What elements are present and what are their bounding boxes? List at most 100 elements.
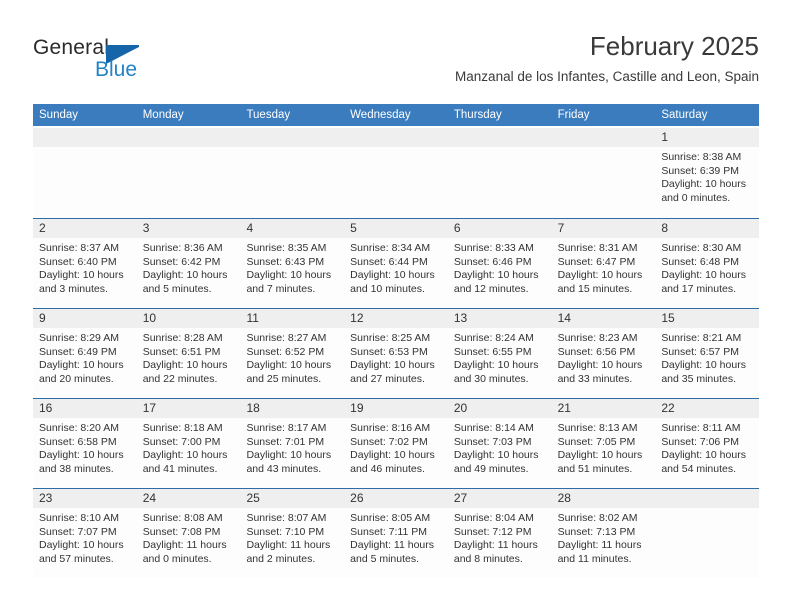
calendar-day-cell-24[interactable]: 24 Sunrise: 8:08 AM Sunset: 7:08 PM Dayl… <box>136 489 241 578</box>
daylight-text-line1: Daylight: 10 hours <box>661 269 746 282</box>
sunset-text: Sunset: 6:43 PM <box>246 255 325 268</box>
day-number: 28 <box>557 491 571 505</box>
calendar-day-cell-12[interactable]: 12 Sunrise: 8:25 AM Sunset: 6:53 PM Dayl… <box>344 309 448 398</box>
calendar-day-cell-18[interactable]: 18 Sunrise: 8:17 AM Sunset: 7:01 PM Dayl… <box>240 399 345 488</box>
day-details: Sunrise: 8:36 AM Sunset: 6:42 PM Dayligh… <box>137 238 241 296</box>
sunset-text: Sunset: 6:49 PM <box>39 345 117 358</box>
daylight-text-line2: and 25 minutes. <box>246 372 322 385</box>
day-details: Sunrise: 8:04 AM Sunset: 7:12 PM Dayligh… <box>448 508 552 566</box>
calendar-day-cell-5[interactable]: 5 Sunrise: 8:34 AM Sunset: 6:44 PM Dayli… <box>344 219 448 308</box>
calendar-day-cell-2[interactable]: 2 Sunrise: 8:37 AM Sunset: 6:40 PM Dayli… <box>33 219 137 308</box>
daylight-text-line2: and 8 minutes. <box>453 552 523 565</box>
calendar-day-cell-14[interactable]: 14 Sunrise: 8:23 AM Sunset: 6:56 PM Dayl… <box>551 309 656 398</box>
sunset-text: Sunset: 6:57 PM <box>661 345 739 358</box>
calendar-day-cell-1[interactable]: 1 Sunrise: 8:38 AM Sunset: 6:39 PM Dayli… <box>655 128 760 218</box>
daylight-text-line2: and 27 minutes. <box>350 372 425 385</box>
calendar-day-cell-empty <box>344 128 448 218</box>
day-details: Sunrise: 8:24 AM Sunset: 6:55 PM Dayligh… <box>448 328 552 386</box>
day-number: 6 <box>453 221 461 235</box>
daylight-text-line1: Daylight: 10 hours <box>557 449 643 462</box>
daylight-text-line1: Daylight: 10 hours <box>350 269 435 282</box>
calendar-day-cell-21[interactable]: 21 Sunrise: 8:13 AM Sunset: 7:05 PM Dayl… <box>551 399 656 488</box>
daylight-text-line2: and 7 minutes. <box>246 282 316 295</box>
daylight-text-line1: Daylight: 10 hours <box>350 359 435 372</box>
day-number: 1 <box>661 130 668 144</box>
daylight-text-line1: Daylight: 10 hours <box>557 269 643 282</box>
sunset-text: Sunset: 7:13 PM <box>557 525 636 538</box>
sunset-text: Sunset: 6:39 PM <box>661 164 739 177</box>
day-number: 9 <box>39 311 46 325</box>
calendar-day-cell-15[interactable]: 15 Sunrise: 8:21 AM Sunset: 6:57 PM Dayl… <box>655 309 760 398</box>
day-number: 20 <box>453 401 468 415</box>
daylight-text-line2: and 30 minutes. <box>453 372 529 385</box>
day-number-band: 20 <box>447 399 552 418</box>
daylight-text-line1: Daylight: 10 hours <box>142 269 228 282</box>
daylight-text-line1: Daylight: 10 hours <box>39 539 124 552</box>
day-number: 24 <box>142 491 157 505</box>
daylight-text-line2: and 17 minutes. <box>661 282 737 295</box>
calendar-day-cell-16[interactable]: 16 Sunrise: 8:20 AM Sunset: 6:58 PM Dayl… <box>33 399 137 488</box>
day-number: 7 <box>557 221 565 235</box>
sunrise-text: Sunrise: 8:21 AM <box>661 332 742 344</box>
day-number: 5 <box>350 221 357 235</box>
daylight-text-line1: Daylight: 10 hours <box>142 449 228 462</box>
calendar-day-cell-empty <box>551 128 656 218</box>
day-number-band <box>447 128 552 147</box>
day-details: Sunrise: 8:08 AM Sunset: 7:08 PM Dayligh… <box>137 508 241 566</box>
sunrise-text: Sunrise: 8:18 AM <box>142 422 223 434</box>
brand-logo[interactable]: General Blue <box>33 36 233 88</box>
calendar-day-cell-17[interactable]: 17 Sunrise: 8:18 AM Sunset: 7:00 PM Dayl… <box>136 399 241 488</box>
calendar-day-cell-9[interactable]: 9 Sunrise: 8:29 AM Sunset: 6:49 PM Dayli… <box>33 309 137 398</box>
sunset-text: Sunset: 7:05 PM <box>557 435 636 448</box>
calendar-day-cell-23[interactable]: 23 Sunrise: 8:10 AM Sunset: 7:07 PM Dayl… <box>33 489 137 578</box>
calendar-day-cell-empty <box>33 128 137 218</box>
day-details: Sunrise: 8:35 AM Sunset: 6:43 PM Dayligh… <box>240 238 344 296</box>
sunset-text: Sunset: 6:56 PM <box>557 345 636 358</box>
sunset-text: Sunset: 7:07 PM <box>39 525 117 538</box>
daylight-text-line2: and 12 minutes. <box>453 282 529 295</box>
sunset-text: Sunset: 6:40 PM <box>39 255 117 268</box>
day-number-band: 1 <box>655 128 760 147</box>
calendar-day-cell-22[interactable]: 22 Sunrise: 8:11 AM Sunset: 7:06 PM Dayl… <box>655 399 760 488</box>
calendar-day-cell-4[interactable]: 4 Sunrise: 8:35 AM Sunset: 6:43 PM Dayli… <box>240 219 345 308</box>
day-number-band <box>655 489 760 508</box>
calendar-week-row-4: 16 Sunrise: 8:20 AM Sunset: 6:58 PM Dayl… <box>33 398 760 488</box>
calendar-day-cell-28[interactable]: 28 Sunrise: 8:02 AM Sunset: 7:13 PM Dayl… <box>551 489 656 578</box>
sunrise-text: Sunrise: 8:28 AM <box>142 332 223 344</box>
calendar-day-cell-19[interactable]: 19 Sunrise: 8:16 AM Sunset: 7:02 PM Dayl… <box>344 399 448 488</box>
daylight-text-line1: Daylight: 10 hours <box>39 359 124 372</box>
daylight-text-line1: Daylight: 10 hours <box>453 269 539 282</box>
sunset-text: Sunset: 6:53 PM <box>350 345 428 358</box>
sunset-text: Sunset: 7:08 PM <box>142 525 221 538</box>
day-details: Sunrise: 8:28 AM Sunset: 6:51 PM Dayligh… <box>137 328 241 386</box>
day-number-band <box>33 128 137 147</box>
calendar-day-cell-20[interactable]: 20 Sunrise: 8:14 AM Sunset: 7:03 PM Dayl… <box>447 399 552 488</box>
calendar-day-cell-25[interactable]: 25 Sunrise: 8:07 AM Sunset: 7:10 PM Dayl… <box>240 489 345 578</box>
calendar-day-cell-27[interactable]: 27 Sunrise: 8:04 AM Sunset: 7:12 PM Dayl… <box>447 489 552 578</box>
day-details: Sunrise: 8:29 AM Sunset: 6:49 PM Dayligh… <box>33 328 137 386</box>
calendar-day-cell-10[interactable]: 10 Sunrise: 8:28 AM Sunset: 6:51 PM Dayl… <box>136 309 241 398</box>
day-details: Sunrise: 8:37 AM Sunset: 6:40 PM Dayligh… <box>33 238 137 296</box>
day-number-band: 10 <box>136 309 241 328</box>
day-number: 18 <box>246 401 260 415</box>
day-number-band <box>344 128 448 147</box>
calendar-day-cell-13[interactable]: 13 Sunrise: 8:24 AM Sunset: 6:55 PM Dayl… <box>447 309 552 398</box>
daylight-text-line2: and 15 minutes. <box>557 282 633 295</box>
calendar-day-cell-26[interactable]: 26 Sunrise: 8:05 AM Sunset: 7:11 PM Dayl… <box>344 489 448 578</box>
calendar-day-cell-8[interactable]: 8 Sunrise: 8:30 AM Sunset: 6:48 PM Dayli… <box>655 219 760 308</box>
page-title: February 2025 <box>589 31 759 61</box>
calendar-day-cell-7[interactable]: 7 Sunrise: 8:31 AM Sunset: 6:47 PM Dayli… <box>551 219 656 308</box>
calendar-day-cell-11[interactable]: 11 Sunrise: 8:27 AM Sunset: 6:52 PM Dayl… <box>240 309 345 398</box>
weekday-header-row: Sunday Monday Tuesday Wednesday Thursday… <box>33 104 759 128</box>
sunrise-text: Sunrise: 8:29 AM <box>39 332 119 344</box>
sunrise-text: Sunrise: 8:35 AM <box>246 242 327 254</box>
day-number: 26 <box>350 491 364 505</box>
daylight-text-line1: Daylight: 11 hours <box>557 539 642 552</box>
sunrise-text: Sunrise: 8:17 AM <box>246 422 327 434</box>
day-number: 16 <box>39 401 53 415</box>
day-number-band: 28 <box>551 489 656 508</box>
calendar-day-cell-3[interactable]: 3 Sunrise: 8:36 AM Sunset: 6:42 PM Dayli… <box>136 219 241 308</box>
day-number: 15 <box>661 311 675 325</box>
sunrise-text: Sunrise: 8:37 AM <box>39 242 119 254</box>
calendar-day-cell-6[interactable]: 6 Sunrise: 8:33 AM Sunset: 6:46 PM Dayli… <box>447 219 552 308</box>
